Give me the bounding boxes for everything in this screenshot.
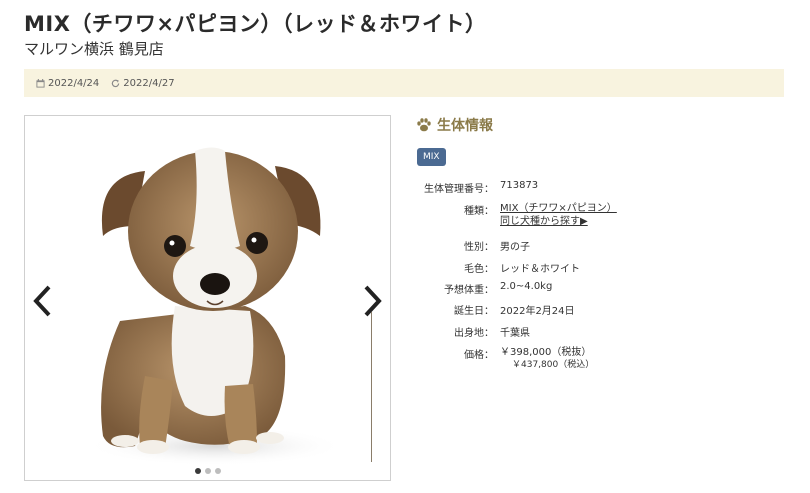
same-breed-search-link[interactable]: 同じ犬種から探す▶ (500, 215, 617, 228)
row-origin: 出身地： 千葉県 (416, 324, 786, 339)
prev-photo-button[interactable] (29, 281, 55, 321)
row-price: 価格： ￥398,000（税抜） ￥437,800（税込） (416, 346, 786, 372)
posted-date-text: 2022/4/24 (48, 77, 100, 89)
updated-date: 2022/4/27 (111, 77, 175, 89)
slide-dot-3[interactable] (214, 468, 221, 474)
row-label: 性別： (464, 242, 494, 253)
info-heading: 生体情報 (416, 115, 786, 135)
row-value: 千葉県 (500, 328, 530, 339)
updated-date-text: 2022/4/27 (123, 77, 175, 89)
row-sex: 性別： 男の子 (416, 238, 786, 253)
row-value: 男の子 (500, 242, 530, 253)
price-excl-tax: ￥398,000（税抜） (500, 347, 592, 358)
posted-date: 2022/4/24 (36, 78, 99, 89)
info-heading-text: 生体情報 (437, 118, 493, 134)
row-breed: 種類： MIX（チワワ×パピヨン） 同じ犬種から探す▶ (416, 202, 786, 228)
shop-name: マルワン横浜 鶴見店 (24, 40, 164, 58)
breed-link[interactable]: MIX（チワワ×パピヨン） (500, 202, 617, 215)
row-value: 2.0~4.0kg (500, 281, 553, 292)
row-label: 出身地： (454, 328, 494, 339)
page: MIX（チワワ×パピヨン）（レッド＆ホワイト） マルワン横浜 鶴見店 2022/… (0, 0, 810, 493)
row-expected-weight: 予想体重： 2.0~4.0kg (416, 281, 786, 296)
row-value: ￥398,000（税抜） ￥437,800（税込） (494, 346, 594, 372)
row-label: 誕生日： (454, 306, 494, 317)
row-management-number: 生体管理番号： 713873 (416, 180, 786, 195)
pet-info-panel: 生体情報 MIX 生体管理番号： 713873 種類： MIX（チワワ×パピヨン… (416, 115, 786, 370)
refresh-icon (112, 79, 120, 87)
row-birthday: 誕生日： 2022年2月24日 (416, 302, 786, 317)
row-label: 生体管理番号： (424, 184, 494, 195)
next-photo-button[interactable] (360, 281, 386, 321)
row-label: 種類： (464, 206, 494, 217)
date-bar: 2022/4/24 2022/4/27 (24, 69, 784, 97)
row-coat-color: 毛色： レッド＆ホワイト (416, 260, 786, 275)
calendar-icon (36, 78, 45, 88)
puppy-photo (85, 147, 345, 466)
row-value: 713873 (500, 180, 539, 191)
row-value: MIX（チワワ×パピヨン） 同じ犬種から探す▶ (494, 202, 617, 228)
row-value: 2022年2月24日 (500, 306, 575, 317)
image-divider (371, 312, 372, 462)
row-label: 毛色： (464, 264, 494, 275)
row-value: レッド＆ホワイト (500, 264, 580, 275)
slide-indicators (25, 468, 390, 474)
page-title: MIX（チワワ×パピヨン）（レッド＆ホワイト） (24, 12, 487, 36)
slide-dot-2[interactable] (204, 468, 211, 474)
photo-gallery[interactable] (24, 115, 391, 481)
slide-dot-1[interactable] (194, 468, 201, 474)
row-label: 価格： (464, 350, 494, 361)
row-label: 予想体重： (444, 285, 494, 296)
price-incl-tax: ￥437,800（税込） (512, 360, 595, 370)
breed-badge[interactable]: MIX (417, 148, 446, 166)
paw-icon (417, 118, 431, 132)
